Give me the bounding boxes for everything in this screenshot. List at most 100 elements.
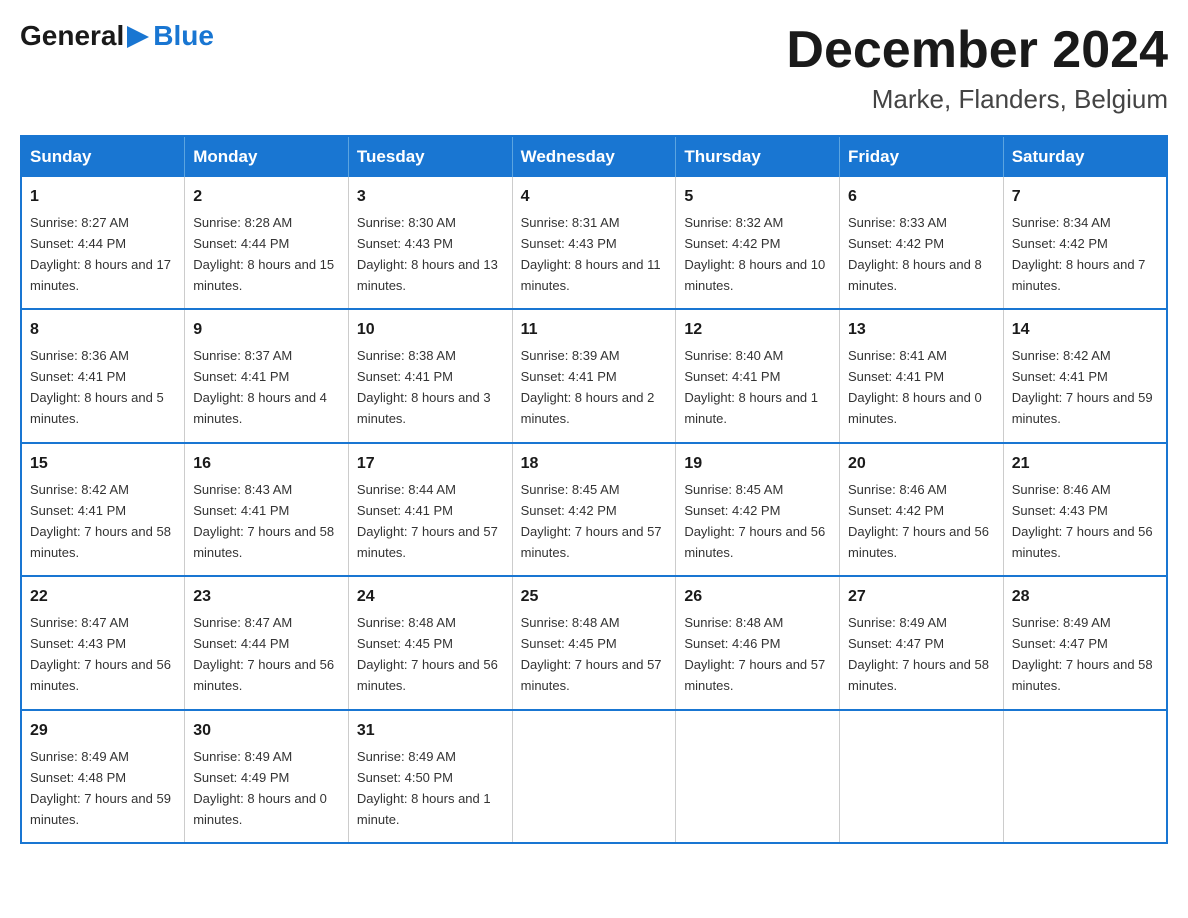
- day-number: 19: [684, 452, 831, 477]
- table-row: 17 Sunrise: 8:44 AM Sunset: 4:41 PM Dayl…: [348, 443, 512, 576]
- day-number: 7: [1012, 185, 1158, 210]
- day-sunrise: Sunrise: 8:32 AM: [684, 215, 783, 230]
- table-row: [512, 710, 676, 843]
- col-monday: Monday: [185, 136, 349, 177]
- day-sunrise: Sunrise: 8:42 AM: [1012, 348, 1111, 363]
- table-row: 21 Sunrise: 8:46 AM Sunset: 4:43 PM Dayl…: [1003, 443, 1167, 576]
- table-row: 28 Sunrise: 8:49 AM Sunset: 4:47 PM Dayl…: [1003, 576, 1167, 709]
- col-tuesday: Tuesday: [348, 136, 512, 177]
- table-row: 13 Sunrise: 8:41 AM Sunset: 4:41 PM Dayl…: [840, 309, 1004, 442]
- day-sunset: Sunset: 4:43 PM: [30, 636, 126, 651]
- day-sunrise: Sunrise: 8:31 AM: [521, 215, 620, 230]
- day-sunset: Sunset: 4:50 PM: [357, 770, 453, 785]
- day-daylight: Daylight: 8 hours and 0 minutes.: [193, 791, 327, 827]
- day-sunset: Sunset: 4:48 PM: [30, 770, 126, 785]
- calendar-week-row: 1 Sunrise: 8:27 AM Sunset: 4:44 PM Dayli…: [21, 177, 1167, 309]
- day-number: 14: [1012, 318, 1158, 343]
- day-daylight: Daylight: 7 hours and 58 minutes.: [1012, 657, 1153, 693]
- table-row: 14 Sunrise: 8:42 AM Sunset: 4:41 PM Dayl…: [1003, 309, 1167, 442]
- day-number: 29: [30, 719, 176, 744]
- day-sunrise: Sunrise: 8:30 AM: [357, 215, 456, 230]
- day-daylight: Daylight: 8 hours and 1 minute.: [357, 791, 491, 827]
- day-number: 31: [357, 719, 504, 744]
- logo-general-text: General: [20, 20, 124, 52]
- day-sunrise: Sunrise: 8:28 AM: [193, 215, 292, 230]
- table-row: 30 Sunrise: 8:49 AM Sunset: 4:49 PM Dayl…: [185, 710, 349, 843]
- calendar-week-row: 8 Sunrise: 8:36 AM Sunset: 4:41 PM Dayli…: [21, 309, 1167, 442]
- day-number: 12: [684, 318, 831, 343]
- day-sunset: Sunset: 4:44 PM: [193, 636, 289, 651]
- table-row: [676, 710, 840, 843]
- table-row: 4 Sunrise: 8:31 AM Sunset: 4:43 PM Dayli…: [512, 177, 676, 309]
- day-number: 26: [684, 585, 831, 610]
- table-row: 7 Sunrise: 8:34 AM Sunset: 4:42 PM Dayli…: [1003, 177, 1167, 309]
- table-row: 24 Sunrise: 8:48 AM Sunset: 4:45 PM Dayl…: [348, 576, 512, 709]
- day-daylight: Daylight: 7 hours and 57 minutes.: [684, 657, 825, 693]
- month-title: December 2024: [786, 20, 1168, 80]
- day-sunset: Sunset: 4:45 PM: [521, 636, 617, 651]
- table-row: 2 Sunrise: 8:28 AM Sunset: 4:44 PM Dayli…: [185, 177, 349, 309]
- day-sunset: Sunset: 4:41 PM: [193, 369, 289, 384]
- table-row: 29 Sunrise: 8:49 AM Sunset: 4:48 PM Dayl…: [21, 710, 185, 843]
- day-sunset: Sunset: 4:42 PM: [848, 503, 944, 518]
- title-area: December 2024 Marke, Flanders, Belgium: [786, 20, 1168, 115]
- day-daylight: Daylight: 7 hours and 56 minutes.: [357, 657, 498, 693]
- day-number: 18: [521, 452, 668, 477]
- day-daylight: Daylight: 7 hours and 58 minutes.: [193, 524, 334, 560]
- day-sunset: Sunset: 4:44 PM: [193, 236, 289, 251]
- day-daylight: Daylight: 7 hours and 56 minutes.: [848, 524, 989, 560]
- calendar-week-row: 29 Sunrise: 8:49 AM Sunset: 4:48 PM Dayl…: [21, 710, 1167, 843]
- day-sunset: Sunset: 4:44 PM: [30, 236, 126, 251]
- table-row: 26 Sunrise: 8:48 AM Sunset: 4:46 PM Dayl…: [676, 576, 840, 709]
- location-title: Marke, Flanders, Belgium: [786, 84, 1168, 115]
- table-row: 6 Sunrise: 8:33 AM Sunset: 4:42 PM Dayli…: [840, 177, 1004, 309]
- day-sunrise: Sunrise: 8:39 AM: [521, 348, 620, 363]
- day-daylight: Daylight: 8 hours and 2 minutes.: [521, 390, 655, 426]
- day-number: 28: [1012, 585, 1158, 610]
- col-sunday: Sunday: [21, 136, 185, 177]
- day-sunrise: Sunrise: 8:41 AM: [848, 348, 947, 363]
- day-number: 11: [521, 318, 668, 343]
- day-sunset: Sunset: 4:41 PM: [30, 503, 126, 518]
- day-sunset: Sunset: 4:42 PM: [684, 236, 780, 251]
- logo-blue-text: Blue: [153, 20, 214, 52]
- day-number: 1: [30, 185, 176, 210]
- table-row: 20 Sunrise: 8:46 AM Sunset: 4:42 PM Dayl…: [840, 443, 1004, 576]
- day-sunrise: Sunrise: 8:47 AM: [193, 615, 292, 630]
- day-number: 15: [30, 452, 176, 477]
- table-row: 27 Sunrise: 8:49 AM Sunset: 4:47 PM Dayl…: [840, 576, 1004, 709]
- day-daylight: Daylight: 7 hours and 57 minutes.: [521, 524, 662, 560]
- day-sunrise: Sunrise: 8:46 AM: [848, 482, 947, 497]
- day-sunrise: Sunrise: 8:49 AM: [30, 749, 129, 764]
- day-sunset: Sunset: 4:42 PM: [1012, 236, 1108, 251]
- calendar-table: Sunday Monday Tuesday Wednesday Thursday…: [20, 135, 1168, 844]
- table-row: [1003, 710, 1167, 843]
- day-daylight: Daylight: 8 hours and 13 minutes.: [357, 257, 498, 293]
- day-daylight: Daylight: 7 hours and 59 minutes.: [1012, 390, 1153, 426]
- day-number: 27: [848, 585, 995, 610]
- day-sunset: Sunset: 4:43 PM: [357, 236, 453, 251]
- day-daylight: Daylight: 8 hours and 1 minute.: [684, 390, 818, 426]
- logo-icon: [124, 24, 149, 48]
- day-sunset: Sunset: 4:42 PM: [521, 503, 617, 518]
- day-number: 9: [193, 318, 340, 343]
- day-sunset: Sunset: 4:42 PM: [848, 236, 944, 251]
- day-sunrise: Sunrise: 8:46 AM: [1012, 482, 1111, 497]
- page-header: General Blue December 2024 Marke, Flande…: [20, 20, 1168, 115]
- day-sunrise: Sunrise: 8:45 AM: [684, 482, 783, 497]
- col-thursday: Thursday: [676, 136, 840, 177]
- table-row: 10 Sunrise: 8:38 AM Sunset: 4:41 PM Dayl…: [348, 309, 512, 442]
- calendar-week-row: 22 Sunrise: 8:47 AM Sunset: 4:43 PM Dayl…: [21, 576, 1167, 709]
- logo-text: General Blue: [20, 20, 214, 52]
- day-sunset: Sunset: 4:41 PM: [30, 369, 126, 384]
- day-daylight: Daylight: 7 hours and 56 minutes.: [30, 657, 171, 693]
- table-row: 15 Sunrise: 8:42 AM Sunset: 4:41 PM Dayl…: [21, 443, 185, 576]
- day-daylight: Daylight: 8 hours and 15 minutes.: [193, 257, 334, 293]
- day-sunset: Sunset: 4:41 PM: [684, 369, 780, 384]
- table-row: 16 Sunrise: 8:43 AM Sunset: 4:41 PM Dayl…: [185, 443, 349, 576]
- table-row: 9 Sunrise: 8:37 AM Sunset: 4:41 PM Dayli…: [185, 309, 349, 442]
- day-sunrise: Sunrise: 8:49 AM: [1012, 615, 1111, 630]
- day-sunrise: Sunrise: 8:47 AM: [30, 615, 129, 630]
- day-number: 17: [357, 452, 504, 477]
- day-sunrise: Sunrise: 8:27 AM: [30, 215, 129, 230]
